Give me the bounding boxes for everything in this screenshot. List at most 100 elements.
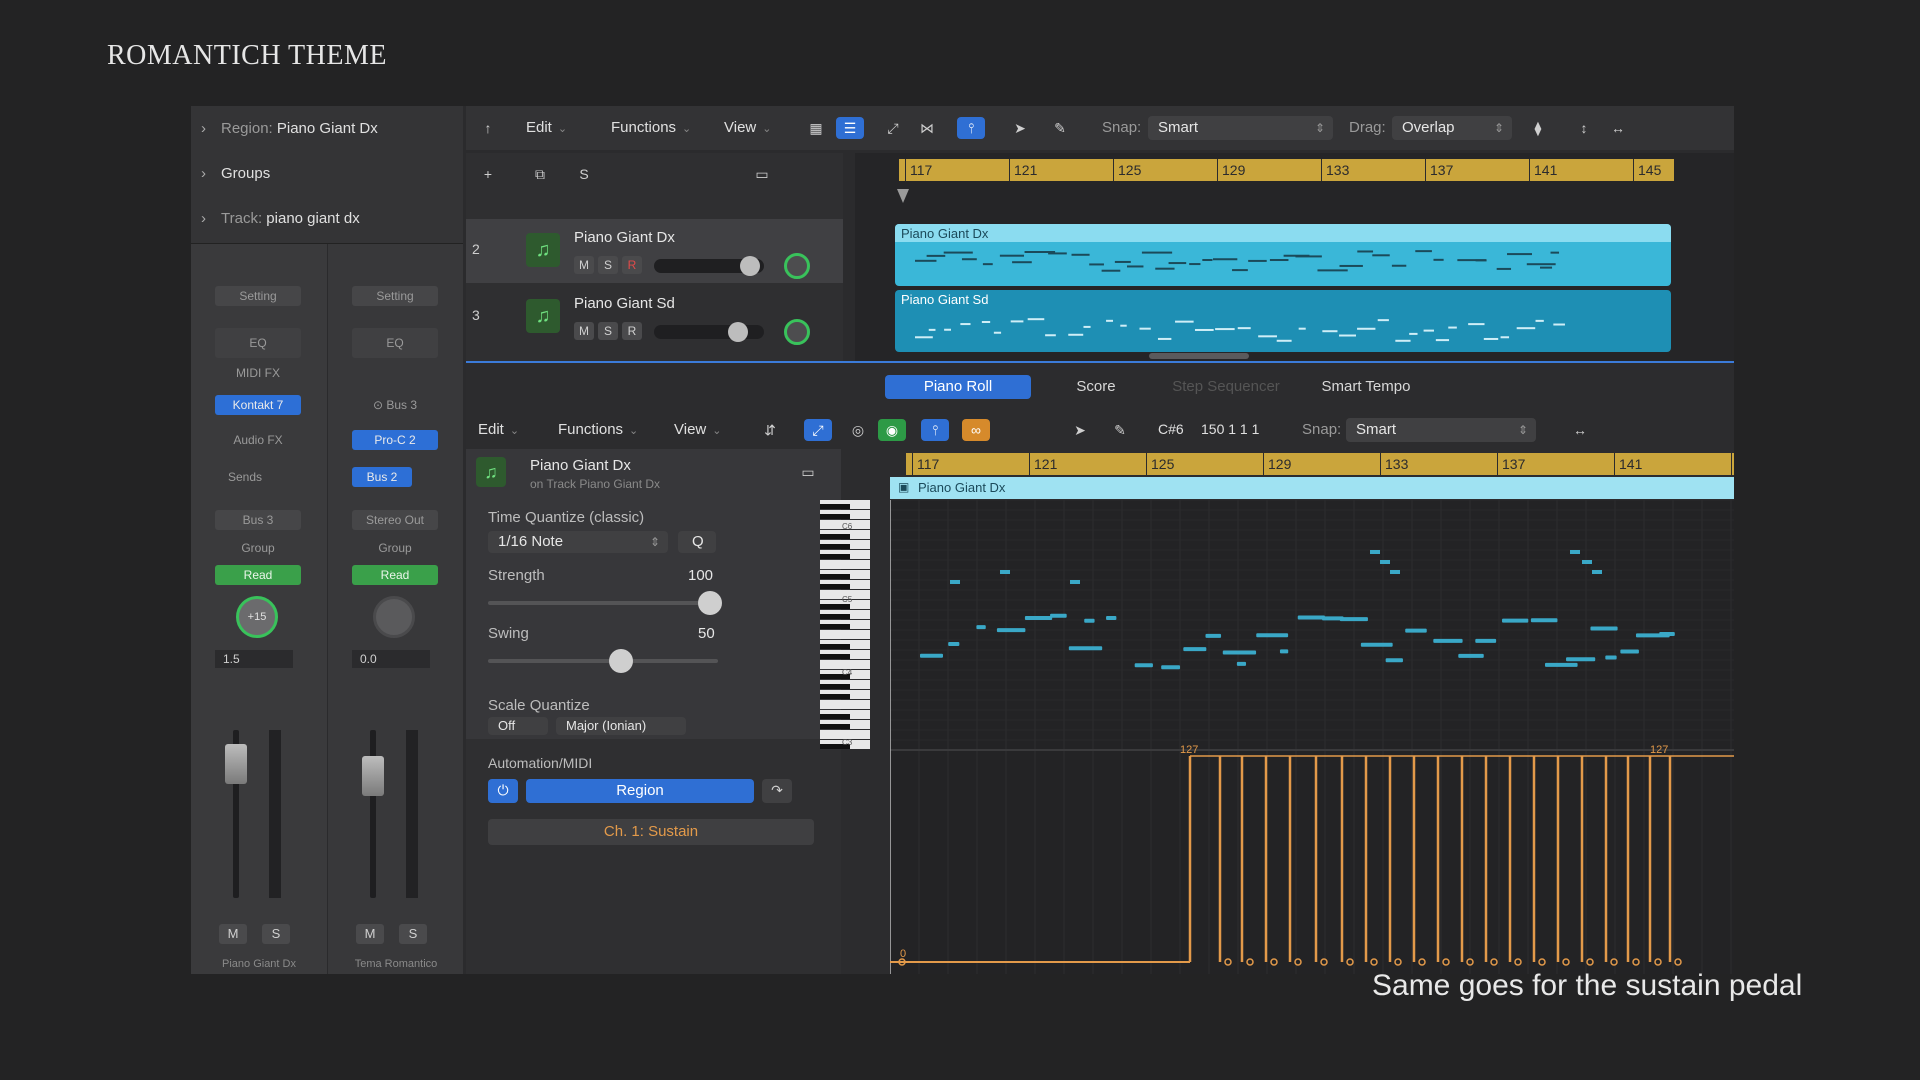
grid-view-icon[interactable]: ▦ bbox=[802, 117, 830, 139]
eq-button[interactable]: EQ bbox=[215, 328, 301, 358]
plugin-slot[interactable]: Pro-C 2 bbox=[352, 430, 438, 450]
track-volume-slider[interactable] bbox=[654, 256, 764, 276]
inspector-track-row[interactable]: › Track: piano giant dx bbox=[201, 210, 360, 227]
strength-slider-thumb[interactable] bbox=[698, 591, 722, 615]
editor-edit-menu[interactable]: Edit ⌄ bbox=[478, 421, 519, 438]
mute-button[interactable]: M bbox=[356, 924, 384, 944]
editor-snap-select[interactable]: Smart ⇕ bbox=[1346, 418, 1536, 442]
automation-region-button[interactable]: Region bbox=[526, 779, 754, 803]
volume-fader[interactable] bbox=[225, 744, 247, 784]
tab-score[interactable]: Score bbox=[1046, 375, 1146, 399]
eq-button[interactable]: EQ bbox=[352, 328, 438, 358]
bowtie-icon[interactable]: ⋈ bbox=[913, 117, 941, 139]
editor-region-bar[interactable]: ▣ Piano Giant Dx bbox=[890, 477, 1734, 499]
pencil-tool-icon[interactable]: ✎ bbox=[1046, 117, 1074, 139]
solo-button[interactable]: S bbox=[262, 924, 290, 944]
time-quantize-select[interactable]: 1/16 Note ⇕ bbox=[488, 531, 668, 553]
tab-smart-tempo[interactable]: Smart Tempo bbox=[1306, 375, 1426, 399]
automation-mode-button[interactable]: Read bbox=[215, 565, 301, 585]
tab-piano-roll[interactable]: Piano Roll bbox=[885, 375, 1031, 399]
inspector-region-row[interactable]: › Region: Piano Giant Dx bbox=[201, 120, 378, 137]
region-piano-giant-sd[interactable]: Piano Giant Sd bbox=[895, 290, 1671, 352]
bar-ruler[interactable]: 117 121 125 129 133 137 141 145 bbox=[899, 159, 1674, 181]
quantize-button[interactable]: Q bbox=[678, 531, 716, 553]
pointer-tool-icon[interactable]: ➤ bbox=[1006, 117, 1034, 139]
pencil-midi-icon[interactable]: ⤢ bbox=[879, 117, 907, 139]
setting-button[interactable]: Setting bbox=[215, 286, 301, 306]
midi-thru-icon[interactable]: ◉ bbox=[878, 419, 906, 441]
catch-icon[interactable]: ⫯ bbox=[957, 117, 985, 139]
snap-select[interactable]: Smart ⇕ bbox=[1148, 116, 1333, 140]
global-solo-button[interactable]: S bbox=[570, 163, 598, 185]
pan-knob[interactable] bbox=[373, 596, 415, 638]
vertical-zoom-icon[interactable]: ↕ bbox=[1570, 117, 1598, 139]
volume-slider-thumb[interactable] bbox=[728, 322, 748, 342]
group-button[interactable]: Group bbox=[215, 538, 301, 558]
view-menu[interactable]: View ⌄ bbox=[724, 119, 771, 136]
midi-in-icon[interactable]: ⤢ bbox=[804, 419, 832, 441]
audio-fx-slot[interactable]: Audio FX bbox=[215, 430, 301, 450]
track-volume-slider[interactable] bbox=[654, 322, 764, 342]
list-view-icon[interactable]: ☰ bbox=[836, 117, 864, 139]
region-piano-giant-dx[interactable]: Piano Giant Dx bbox=[895, 224, 1671, 286]
track-record-button[interactable]: R bbox=[622, 256, 642, 274]
pan-knob[interactable]: +15 bbox=[236, 596, 278, 638]
output-button[interactable]: Stereo Out bbox=[352, 510, 438, 530]
swing-slider-thumb[interactable] bbox=[609, 649, 633, 673]
midi-out-icon[interactable]: ◎ bbox=[844, 419, 872, 441]
sends-slot[interactable]: Sends bbox=[215, 467, 275, 487]
power-icon[interactable]: ⏻ bbox=[488, 779, 518, 803]
track-pan-knob[interactable] bbox=[784, 319, 810, 345]
pointer-tool-icon[interactable]: ➤ bbox=[1066, 419, 1094, 441]
track-solo-button[interactable]: S bbox=[598, 256, 618, 274]
track-row[interactable]: 3 ♫ Piano Giant Sd M S R bbox=[466, 285, 843, 349]
note-grid-graphic[interactable] bbox=[889, 499, 1734, 974]
collapse-icon[interactable]: ⇵ bbox=[756, 419, 784, 441]
tab-step-sequencer[interactable]: Step Sequencer bbox=[1156, 375, 1296, 399]
waveform-zoom-icon[interactable]: ⧫ bbox=[1524, 117, 1552, 139]
scale-quantize-mode-select[interactable]: Major (Ionian) bbox=[556, 717, 686, 735]
input-slot[interactable]: ⊙ Bus 3 bbox=[352, 395, 438, 415]
track-solo-button[interactable]: S bbox=[598, 322, 618, 340]
volume-slider-thumb[interactable] bbox=[740, 256, 760, 276]
volume-fader[interactable] bbox=[362, 756, 384, 796]
edit-menu[interactable]: Edit ⌄ bbox=[526, 119, 567, 136]
region-folder-icon[interactable]: ▭ bbox=[794, 461, 822, 483]
piano-keyboard[interactable]: C6 C5 C4 C3 bbox=[820, 500, 890, 750]
duplicate-track-icon[interactable]: ⧉ bbox=[526, 163, 554, 185]
track-record-button[interactable]: R bbox=[622, 322, 642, 340]
editor-bar-ruler[interactable]: 117 121 125 129 133 137 141 145 bbox=[906, 453, 1734, 475]
strength-slider[interactable] bbox=[488, 591, 722, 615]
track-mute-button[interactable]: M bbox=[574, 256, 594, 274]
automation-parameter-select[interactable]: Ch. 1: Sustain bbox=[488, 819, 814, 845]
output-button[interactable]: Bus 3 bbox=[215, 510, 301, 530]
inspector-groups-row[interactable]: › Groups bbox=[201, 165, 270, 182]
link-icon[interactable]: ∞ bbox=[962, 419, 990, 441]
instrument-slot[interactable]: Kontakt 7 bbox=[215, 395, 301, 415]
horizontal-zoom-icon[interactable]: ↔ bbox=[1604, 117, 1632, 139]
automation-mode-button[interactable]: Read bbox=[352, 565, 438, 585]
functions-menu[interactable]: Functions ⌄ bbox=[611, 119, 691, 136]
drag-select[interactable]: Overlap ⇕ bbox=[1392, 116, 1512, 140]
track-pan-knob[interactable] bbox=[784, 253, 810, 279]
catch-icon[interactable]: ⫯ bbox=[921, 419, 949, 441]
track-folder-icon[interactable]: ▭ bbox=[748, 163, 776, 185]
solo-button[interactable]: S bbox=[399, 924, 427, 944]
piano-keys-graphic[interactable] bbox=[820, 500, 890, 750]
track-mute-button[interactable]: M bbox=[574, 322, 594, 340]
note-grid[interactable]: 127 127 0 bbox=[889, 499, 1734, 974]
add-track-button[interactable]: + bbox=[474, 163, 502, 185]
horizontal-zoom-icon[interactable]: ↔ bbox=[1566, 419, 1594, 441]
group-button[interactable]: Group bbox=[352, 538, 438, 558]
setting-button[interactable]: Setting bbox=[352, 286, 438, 306]
mute-button[interactable]: M bbox=[219, 924, 247, 944]
swing-slider[interactable] bbox=[488, 649, 718, 673]
scale-quantize-off-select[interactable]: Off bbox=[488, 717, 548, 735]
playhead-icon[interactable] bbox=[897, 189, 909, 203]
horizontal-scrollbar[interactable] bbox=[1149, 353, 1249, 359]
editor-functions-menu[interactable]: Functions ⌄ bbox=[558, 421, 638, 438]
back-arrow-icon[interactable]: ↑ bbox=[474, 117, 502, 139]
pencil-tool-icon[interactable]: ✎ bbox=[1106, 419, 1134, 441]
redo-arrow-icon[interactable]: ↷ bbox=[762, 779, 792, 803]
midi-fx-slot[interactable]: MIDI FX bbox=[215, 363, 301, 383]
